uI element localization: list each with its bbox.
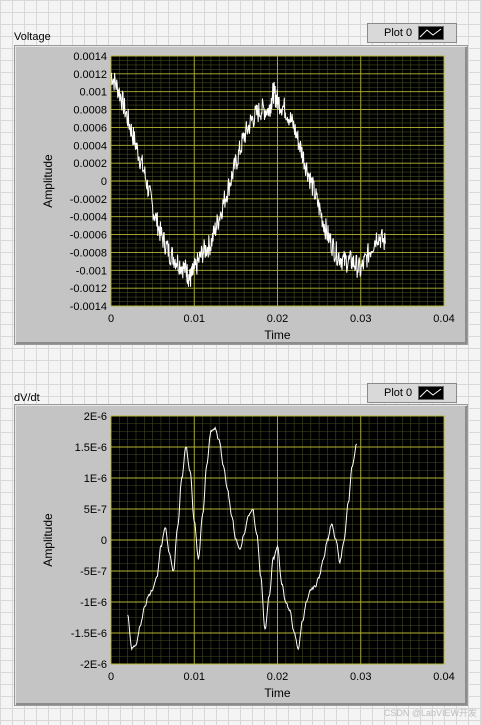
x-tick-label: 0.02 — [267, 671, 288, 683]
y-tick-label: -5E-7 — [80, 566, 107, 578]
y-tick-label: 0 — [101, 535, 107, 547]
dvdt-graph[interactable]: 0 0.01 0.02 0.03 0.04 2E-6 1.5E-6 1E-6 5E-7 0 -5E-… — [0, 0, 481, 725]
x-tick-label: 0.03 — [350, 671, 371, 683]
y-tick-label: 5E-7 — [84, 504, 107, 516]
x-tick-label: 0.04 — [433, 671, 454, 683]
y-axis-label: Amplitude — [41, 513, 55, 567]
y-tick-label: 1.5E-6 — [75, 442, 107, 454]
y-tick-label: 2E-6 — [84, 411, 107, 423]
y-tick-label: -1.5E-6 — [71, 628, 107, 640]
y-tick-label: -1E-6 — [80, 597, 107, 609]
y-tick-label: -2E-6 — [80, 659, 107, 671]
x-axis-label: Time — [264, 686, 291, 700]
y-tick-label: 1E-6 — [84, 473, 107, 485]
x-tick-label: 0 — [108, 671, 114, 683]
watermark: CSDN @LabVIEW开发 — [383, 708, 477, 718]
x-tick-label: 0.01 — [184, 671, 205, 683]
